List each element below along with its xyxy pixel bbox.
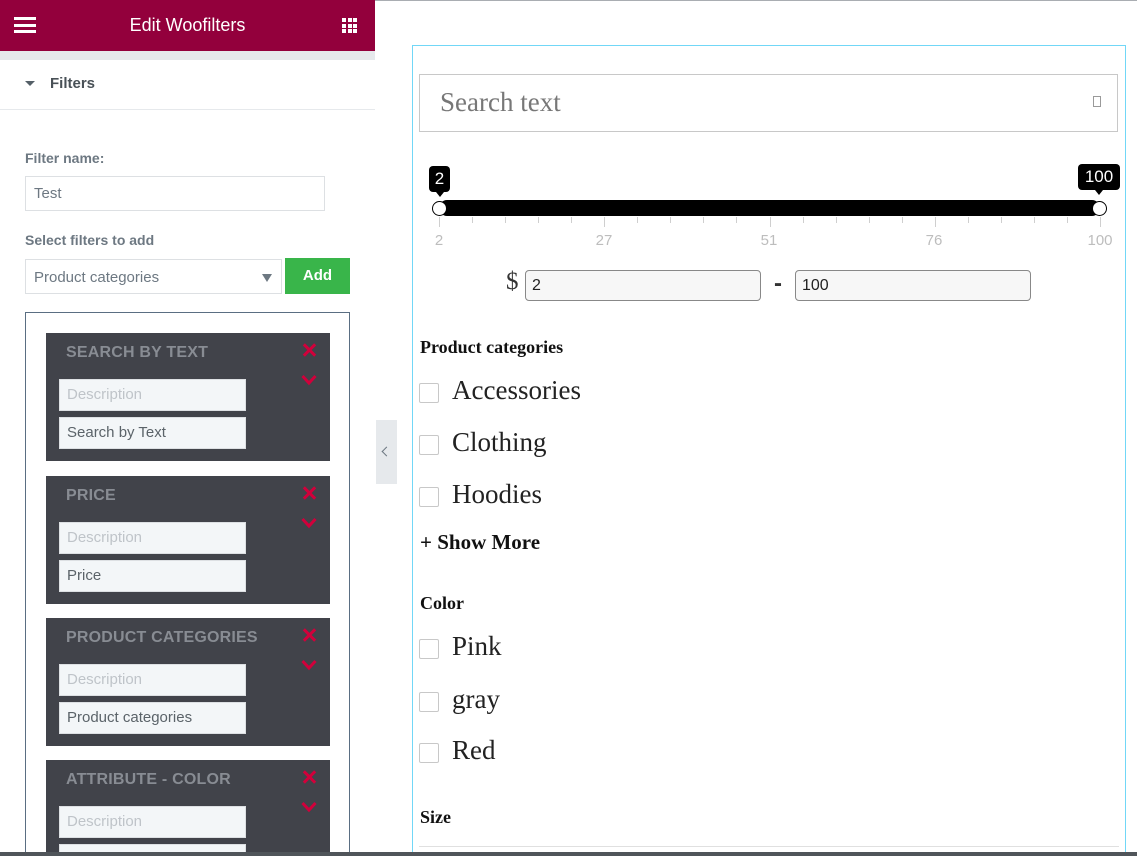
tick-label: 51 (760, 232, 778, 249)
filter-label-input[interactable]: Search by Text (59, 417, 246, 449)
chevron-down-icon[interactable] (301, 517, 317, 529)
description-input[interactable]: Description (59, 379, 246, 411)
checkbox[interactable] (419, 692, 439, 712)
search-placeholder: Search text (440, 87, 561, 117)
close-icon[interactable] (302, 770, 316, 784)
chevron-down-icon[interactable] (301, 374, 317, 386)
caret-down-icon (25, 81, 35, 86)
bottom-bar (0, 852, 1137, 856)
categories-title: Product categories (420, 337, 564, 357)
slider-tick (1100, 217, 1101, 227)
checkbox[interactable] (419, 435, 439, 455)
show-more-link[interactable]: + Show More (420, 530, 540, 555)
max-price-input[interactable]: 100 (795, 270, 1031, 301)
price-slider-min-handle[interactable] (432, 201, 447, 216)
filter-type-select[interactable]: Product categories (25, 259, 282, 294)
filter-card: SEARCH BY TEXT Description Search by Tex… (46, 333, 330, 461)
filter-card-title: PRODUCT CATEGORIES (66, 629, 258, 646)
slider-tick (637, 217, 638, 223)
chevron-down-icon[interactable] (301, 659, 317, 671)
filter-card-title: ATTRIBUTE - COLOR (66, 771, 231, 788)
section-label: Filters (50, 75, 96, 92)
filter-card: PRICE Description Price (46, 476, 330, 604)
checkbox[interactable] (419, 487, 439, 507)
slider-tick (1067, 217, 1068, 223)
checkbox[interactable] (419, 383, 439, 403)
select-value: Product categories (34, 269, 160, 286)
checkbox[interactable] (419, 639, 439, 659)
tick-label: 100 (1087, 232, 1113, 249)
filter-card: PRODUCT CATEGORIES Description Product c… (46, 618, 330, 746)
tick-label: 76 (925, 232, 943, 249)
slider-tick (670, 217, 671, 223)
slider-tick (803, 217, 804, 223)
collapse-arrow-icon[interactable] (376, 420, 397, 484)
slider-tick (472, 217, 473, 223)
slider-tick (571, 217, 572, 223)
chevron-down-icon (262, 274, 272, 282)
chevron-down-icon[interactable] (301, 801, 317, 813)
filter-card-title: PRICE (66, 487, 116, 504)
filter-card: ATTRIBUTE - COLOR Description (46, 760, 330, 856)
slider-tick (505, 217, 506, 223)
option-label: Red (452, 735, 496, 765)
close-icon[interactable] (302, 486, 316, 500)
slider-tick (836, 217, 837, 223)
min-value-tooltip: 2 (429, 166, 450, 197)
filter-preview: Search text 2 100 2 27 51 76 100 $ 2 - 1… (412, 45, 1126, 856)
grid-icon[interactable] (342, 18, 357, 33)
slider-tick (968, 217, 969, 223)
option-label: Hoodies (452, 479, 542, 509)
close-icon[interactable] (302, 628, 316, 642)
max-value-tooltip: 100 (1078, 164, 1120, 195)
filter-label-input[interactable]: Price (59, 560, 246, 592)
panel-title: Edit Woofilters (129, 15, 246, 35)
filter-card-title: SEARCH BY TEXT (66, 344, 209, 361)
filters-section-toggle[interactable]: Filters (0, 60, 375, 110)
description-input[interactable]: Description (59, 664, 246, 696)
tick-label: 2 (434, 232, 444, 249)
editor-panel: Edit Woofilters Filters Filter name: Tes… (0, 0, 375, 856)
slider-tick (538, 217, 539, 223)
slider-tick (439, 217, 440, 227)
filter-list: SEARCH BY TEXT Description Search by Tex… (25, 312, 350, 856)
description-input[interactable]: Description (59, 522, 246, 554)
panel-header: Edit Woofilters (0, 0, 375, 51)
option-label: gray (452, 684, 500, 714)
add-filter-button[interactable]: Add (285, 258, 350, 294)
preview-top-border (375, 0, 1137, 1)
search-input[interactable]: Search text (419, 74, 1118, 132)
description-input[interactable]: Description (59, 806, 246, 838)
divider (419, 846, 1119, 847)
header-divider (0, 51, 375, 60)
filter-name-label: Filter name: (25, 150, 105, 166)
filter-name-input[interactable]: Test (25, 176, 325, 211)
price-slider-max-handle[interactable] (1092, 201, 1107, 216)
tick-label: 27 (595, 232, 613, 249)
select-filters-label: Select filters to add (25, 232, 155, 248)
option-label: Accessories (452, 375, 581, 405)
currency-symbol: $ (506, 268, 519, 295)
slider-tick (935, 217, 936, 227)
slider-tick (902, 217, 903, 223)
slider-tick (869, 217, 870, 223)
close-icon[interactable] (302, 343, 316, 357)
option-label: Pink (452, 631, 502, 661)
color-title: Color (420, 593, 464, 613)
size-title: Size (420, 807, 451, 827)
slider-tick (703, 217, 704, 223)
price-separator: - (774, 270, 782, 297)
option-label: Clothing (452, 427, 547, 457)
slider-tick (1034, 217, 1035, 223)
min-price-input[interactable]: 2 (525, 270, 761, 301)
price-slider-track[interactable] (439, 200, 1100, 216)
slider-tick (1001, 217, 1002, 223)
slider-tick (770, 217, 771, 227)
search-icon (1093, 96, 1101, 107)
filter-label-input[interactable]: Product categories (59, 702, 246, 734)
slider-tick (736, 217, 737, 223)
checkbox[interactable] (419, 743, 439, 763)
slider-tick (604, 217, 605, 227)
